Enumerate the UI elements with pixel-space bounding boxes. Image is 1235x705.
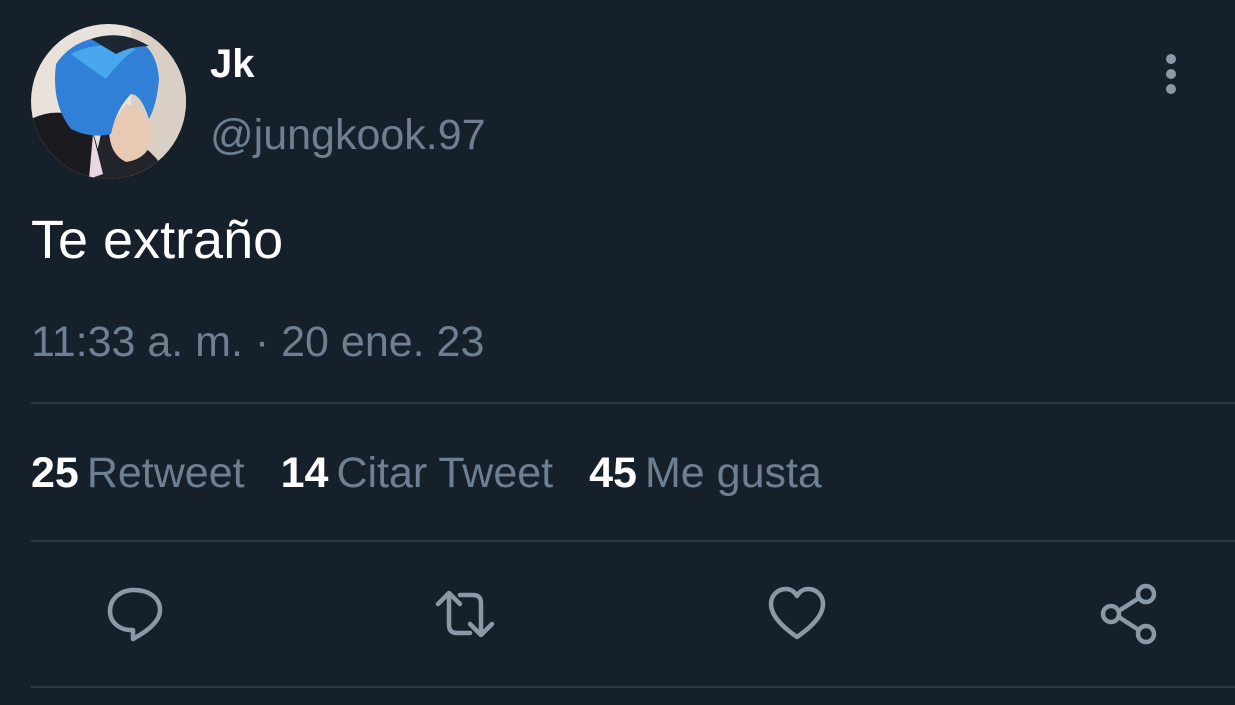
more-options-icon[interactable] xyxy=(1150,52,1192,98)
reply-button[interactable] xyxy=(104,583,166,645)
retweet-button[interactable] xyxy=(434,583,496,645)
divider xyxy=(31,686,1235,688)
quote-label: Citar Tweet xyxy=(336,449,554,497)
like-label: Me gusta xyxy=(644,449,822,497)
author-display-name[interactable]: Jk xyxy=(210,40,255,88)
author-handle[interactable]: @jungkook.97 xyxy=(210,110,486,160)
reply-icon xyxy=(107,587,163,642)
tweet-text: Te extraño xyxy=(31,210,284,270)
like-button[interactable] xyxy=(766,583,828,645)
divider xyxy=(31,402,1235,404)
like-heart-icon xyxy=(768,586,826,640)
retweet-icon xyxy=(435,590,495,638)
retweet-label: Retweet xyxy=(86,449,245,497)
quote-count: 14 xyxy=(280,449,329,497)
retweet-count-stat[interactable]: 25 Retweet xyxy=(31,447,245,499)
like-count-stat[interactable]: 45 Me gusta xyxy=(589,447,822,499)
tweet-timestamp[interactable]: 11:33 a. m. · 20 ene. 23 xyxy=(31,317,484,367)
retweet-count: 25 xyxy=(31,449,79,497)
share-button[interactable] xyxy=(1098,583,1160,645)
quote-count-stat[interactable]: 14 Citar Tweet xyxy=(281,447,554,499)
divider xyxy=(31,540,1235,542)
like-count: 45 xyxy=(589,449,637,497)
avatar[interactable] xyxy=(31,24,186,179)
share-icon xyxy=(1100,583,1157,645)
engagement-stats: 25 Retweet 14 Citar Tweet 45 Me gusta xyxy=(31,447,858,499)
